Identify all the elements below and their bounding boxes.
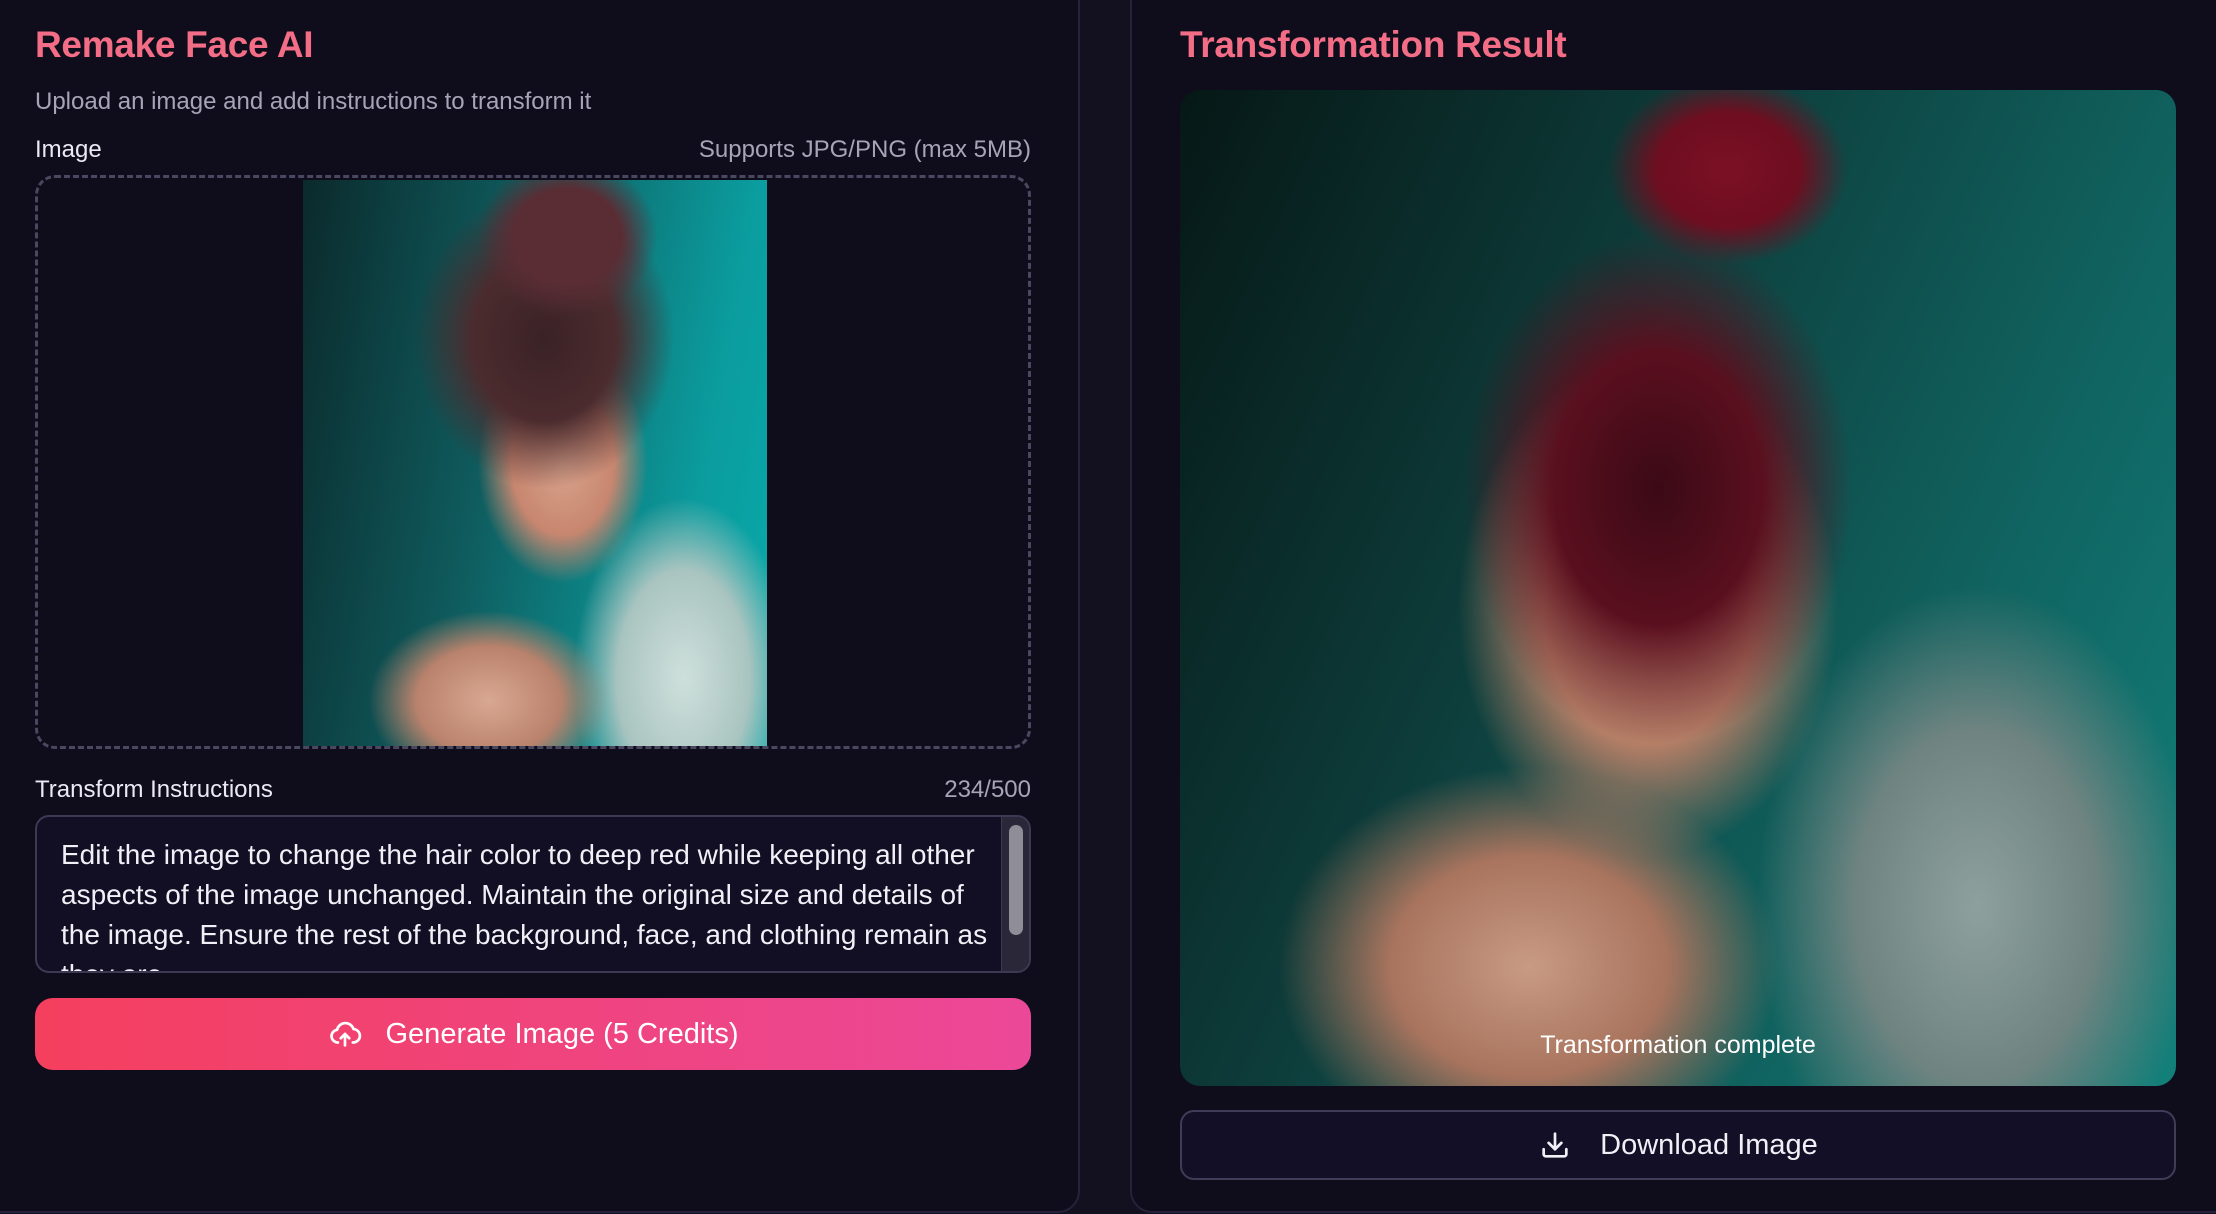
scrollbar-thumb[interactable] xyxy=(1009,825,1023,935)
generate-image-button[interactable]: Generate Image (5 Credits) xyxy=(35,998,1031,1070)
download-image-button[interactable]: Download Image xyxy=(1180,1110,2176,1180)
instructions-textarea[interactable]: Edit the image to change the hair color … xyxy=(35,815,1031,973)
image-label: Image xyxy=(35,136,102,163)
page-subtitle: Upload an image and add instructions to … xyxy=(35,88,592,115)
result-title: Transformation Result xyxy=(1180,24,1567,65)
download-button-label: Download Image xyxy=(1600,1128,1818,1161)
result-image: Transformation complete xyxy=(1180,90,2176,1086)
download-icon xyxy=(1538,1128,1572,1162)
cloud-upload-icon xyxy=(328,1017,362,1051)
page-title: Remake Face AI xyxy=(35,24,314,65)
image-format-hint: Supports JPG/PNG (max 5MB) xyxy=(698,136,1031,163)
textarea-scrollbar[interactable] xyxy=(1001,817,1029,971)
generate-button-label: Generate Image (5 Credits) xyxy=(385,1017,739,1050)
uploaded-image-preview xyxy=(303,180,767,746)
instructions-label: Transform Instructions xyxy=(35,776,273,803)
character-count: 234/500 xyxy=(944,776,1031,803)
image-dropzone[interactable] xyxy=(35,175,1031,749)
result-status-caption: Transformation complete xyxy=(1540,1031,1816,1059)
instructions-text: Edit the image to change the hair color … xyxy=(61,839,988,971)
